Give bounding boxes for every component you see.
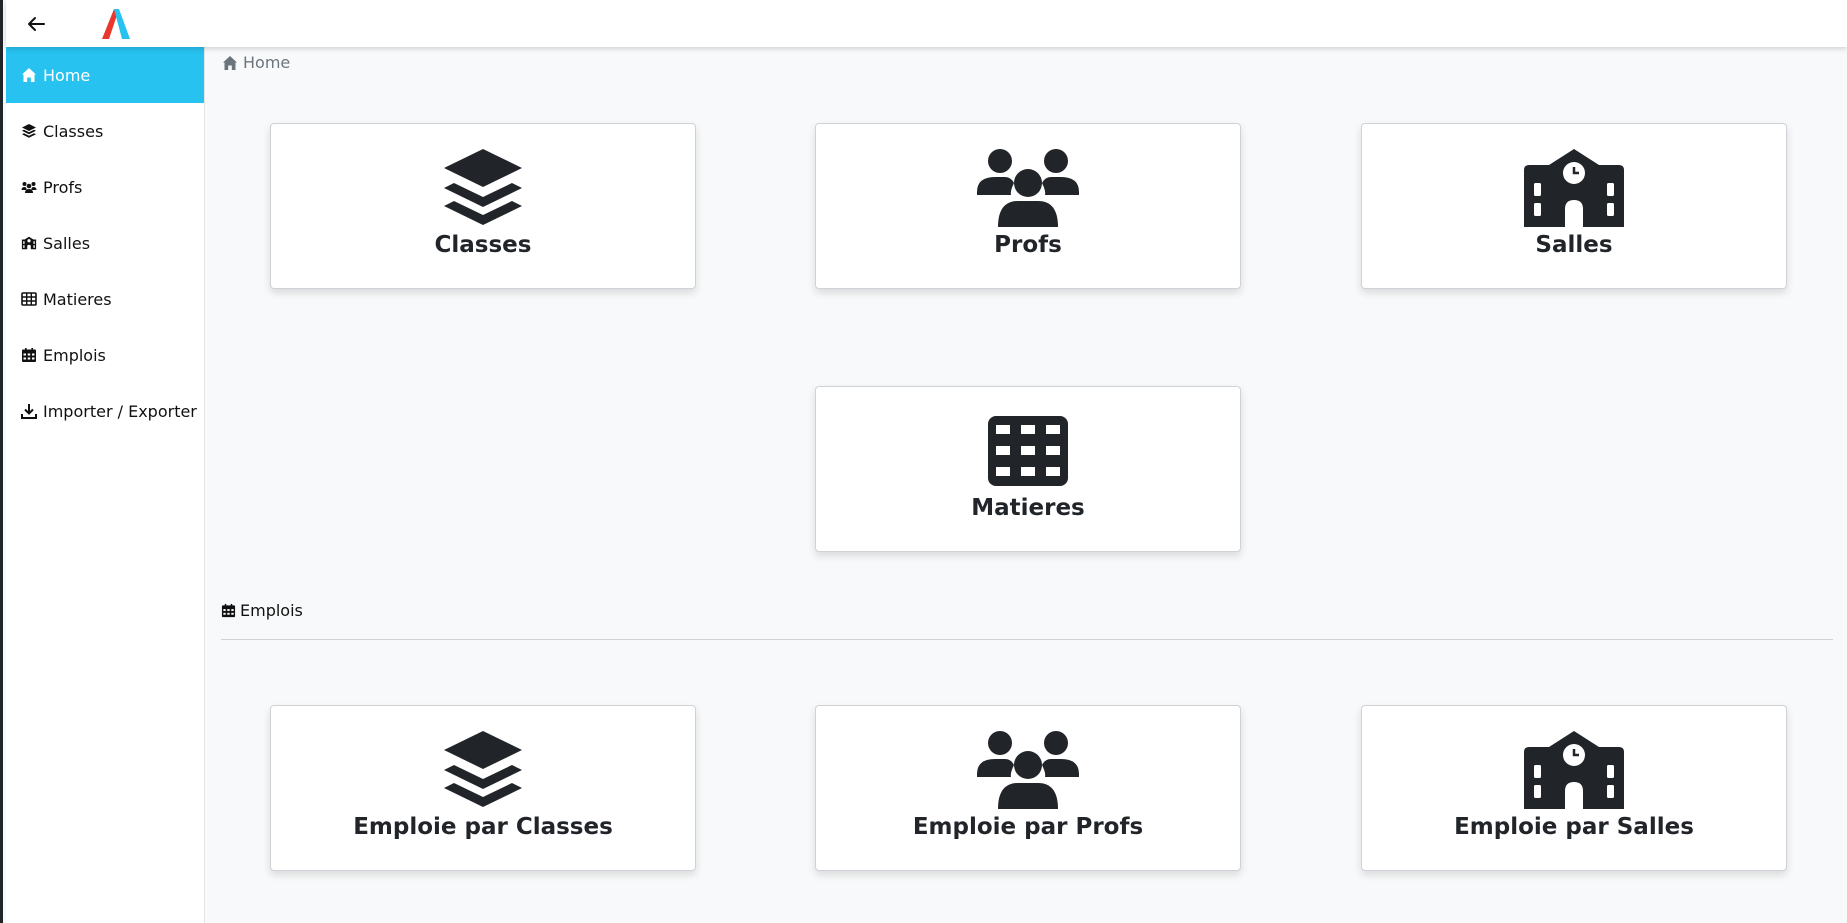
sidebar-item-matieres[interactable]: Matieres (6, 271, 204, 327)
home-icon (223, 55, 237, 70)
card-label: Emploie par Classes (353, 814, 613, 840)
app-frame: Home Classes Profs Salles Matieres Emplo… (0, 0, 1847, 923)
users-icon (977, 147, 1079, 229)
main-content: Home Classes Profs Salles Matieres Emplo… (206, 47, 1847, 923)
card-label: Salles (1535, 232, 1613, 258)
card-label: Emploie par Profs (912, 814, 1144, 840)
sidebar-item-label: Classes (43, 121, 104, 141)
sidebar-item-label: Importer / Exporter (43, 401, 197, 421)
users-icon (21, 179, 39, 195)
school-icon (1523, 147, 1625, 229)
sidebar-item-label: Profs (43, 177, 83, 197)
breadcrumb[interactable]: Home (221, 53, 290, 72)
card-matieres[interactable]: Matieres (815, 386, 1241, 552)
card-label: Emploie par Salles (1454, 814, 1694, 840)
section-title-label: Emplois (240, 601, 303, 620)
card-label: Classes (434, 232, 532, 258)
card-salles[interactable]: Salles (1361, 123, 1787, 289)
home-icon (21, 67, 39, 83)
top-bar (6, 0, 1847, 47)
download-icon (21, 403, 39, 419)
card-emploi-profs[interactable]: Emploie par Profs (815, 705, 1241, 871)
sidebar: Home Classes Profs Salles Matieres Emplo… (6, 47, 205, 923)
card-emploi-salles[interactable]: Emploie par Salles (1361, 705, 1787, 871)
card-label: Profs (994, 232, 1062, 258)
section-title-emplois: Emplois (221, 601, 303, 620)
card-profs[interactable]: Profs (815, 123, 1241, 289)
layers-icon (442, 147, 524, 229)
layers-icon (21, 123, 39, 139)
school-icon (21, 235, 39, 251)
users-icon (977, 729, 1079, 811)
section-divider (221, 639, 1833, 640)
arrow-left-icon (28, 17, 45, 31)
sidebar-item-label: Home (43, 65, 91, 85)
sidebar-item-salles[interactable]: Salles (6, 215, 204, 271)
sidebar-item-home[interactable]: Home (6, 47, 204, 103)
sidebar-item-label: Emplois (43, 345, 106, 365)
calendar-icon (221, 603, 236, 618)
school-icon (1523, 729, 1625, 811)
sidebar-item-import-export[interactable]: Importer / Exporter (6, 383, 204, 439)
card-emploi-classes[interactable]: Emploie par Classes (270, 705, 696, 871)
sidebar-item-label: Matieres (43, 289, 112, 309)
table-icon (21, 291, 39, 307)
card-label: Matieres (971, 495, 1085, 521)
sidebar-item-label: Salles (43, 233, 91, 253)
breadcrumb-label: Home (243, 53, 291, 72)
sidebar-item-profs[interactable]: Profs (6, 159, 204, 215)
table-icon (987, 410, 1069, 492)
back-button[interactable] (24, 12, 48, 36)
sidebar-item-emplois[interactable]: Emplois (6, 327, 204, 383)
calendar-icon (21, 347, 39, 363)
card-classes[interactable]: Classes (270, 123, 696, 289)
layers-icon (442, 729, 524, 811)
sidebar-item-classes[interactable]: Classes (6, 103, 204, 159)
app-logo[interactable] (100, 9, 132, 39)
